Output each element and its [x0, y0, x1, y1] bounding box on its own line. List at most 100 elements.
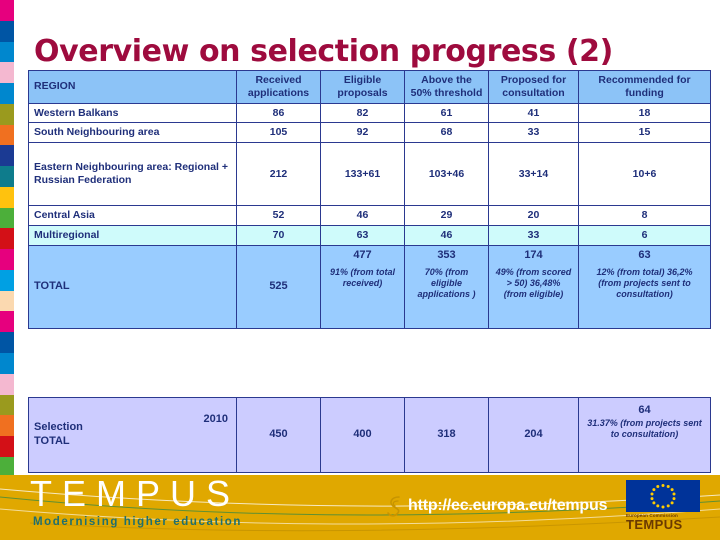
column-header-received: Received applications [236, 70, 321, 104]
cell-selection-above: 318 [404, 397, 489, 473]
table-row: Central Asia 52 46 29 20 8 [28, 205, 711, 226]
slide-canvas: Overview on selection progress (2) REGIO… [0, 0, 720, 540]
color-strip-block [0, 0, 14, 21]
color-strip-block [0, 394, 14, 416]
selection-recommended-value: 64 [638, 404, 651, 416]
cell-recommended: 6 [578, 224, 711, 246]
color-strip-block [0, 41, 14, 63]
cell-above-threshold: 46 [404, 224, 489, 246]
cell-eligible: 133+61 [320, 142, 405, 207]
cell-received: 212 [236, 142, 321, 207]
cell-proposed: 33 [488, 224, 579, 246]
cell-selection-recommended: 64 31.37% (from projects sent to consult… [578, 397, 711, 473]
cell-eligible: 82 [320, 102, 405, 124]
cell-region: Western Balkans [28, 102, 237, 124]
selection-label-text: Selection TOTAL [34, 421, 83, 447]
left-color-strip [0, 0, 14, 540]
color-strip-block [0, 332, 14, 354]
pct-proposed: 49% (from scored > 50) 36,48% (from elig… [495, 267, 572, 299]
cell-proposed: 33+14 [488, 142, 579, 207]
color-strip-block [0, 373, 14, 395]
cell-eligible: 63 [320, 224, 405, 246]
color-strip-block [0, 166, 14, 187]
column-header-recommended: Recommended for funding [578, 70, 711, 104]
color-strip-block [0, 145, 14, 167]
color-strip-block [0, 436, 14, 457]
color-strip-block [0, 228, 14, 250]
column-header-above-threshold: Above the 50% threshold [404, 70, 489, 104]
cell-region: Multiregional [28, 224, 237, 246]
cell-total-received: 525 [236, 244, 321, 330]
cell-recommended: 15 [578, 122, 711, 144]
column-header-region: REGION [28, 70, 237, 104]
color-strip-block [0, 83, 14, 104]
cell-received: 52 [236, 205, 321, 226]
cell-selection-received: 450 [236, 397, 321, 473]
cell-selection-label: Selection TOTAL 2010 [28, 397, 237, 473]
cell-selection-eligible: 400 [320, 397, 405, 473]
cell-received: 86 [236, 102, 321, 124]
cell-proposed: 33 [488, 122, 579, 144]
cell-total-eligible-value: 477 [320, 244, 405, 263]
pct-above: 70% (from eligible applications ) [417, 267, 476, 299]
selection-year: 2010 [203, 413, 228, 425]
cell-total-recommended-value: 63 [578, 244, 711, 263]
color-strip-block [0, 103, 14, 125]
cell-received: 70 [236, 224, 321, 246]
cell-received: 105 [236, 122, 321, 144]
cell-recommended: 8 [578, 205, 711, 226]
table-row: South Neighbouring area 105 92 68 33 15 [28, 122, 711, 144]
color-strip-block [0, 186, 14, 208]
color-strip-block [0, 124, 14, 146]
eu-tempus-caption: TEMPUS [626, 517, 683, 532]
cell-total-proposed-value: 174 [488, 244, 579, 263]
color-strip-block [0, 290, 14, 312]
table-row: Eastern Neighbouring area: Regional + Ru… [28, 142, 711, 207]
swirl-icon [387, 496, 400, 517]
selection-total-table: Selection TOTAL 2010 450 400 318 204 64 … [28, 397, 711, 473]
tempus-tagline: Modernising higher education [33, 516, 243, 528]
cell-above-threshold: 61 [404, 102, 489, 124]
column-header-proposed: Proposed for consultation [488, 70, 579, 104]
color-strip-block [0, 415, 14, 437]
eu-commission-logo: European Commission TEMPUS [626, 480, 712, 536]
selection-progress-table: REGION Received applications Eligible pr… [28, 70, 711, 330]
cell-total-recommended-pct: 12% (from total) 36,2% (from projects se… [578, 262, 711, 330]
selection-total-row: Selection TOTAL 2010 450 400 318 204 64 … [28, 397, 711, 473]
color-strip-block [0, 20, 14, 42]
cell-proposed: 20 [488, 205, 579, 226]
cell-above-threshold: 68 [404, 122, 489, 144]
cell-total-label: TOTAL [28, 244, 237, 330]
table-total-row: TOTAL 525 477 353 174 63 [28, 244, 711, 330]
cell-selection-proposed: 204 [488, 397, 579, 473]
color-strip-block [0, 311, 14, 333]
color-strip-block [0, 269, 14, 291]
cell-total-eligible-pct: 91% (from total received) [320, 262, 405, 330]
cell-region: Central Asia [28, 205, 237, 226]
selection-recommended-pct: 31.37% (from projects sent to consultati… [587, 417, 702, 439]
color-strip-block [0, 353, 14, 374]
table-row: Multiregional 70 63 46 33 6 [28, 224, 711, 246]
footer-band: TEMPUS Modernising higher education http… [0, 475, 720, 540]
table-row: Western Balkans 86 82 61 41 18 [28, 102, 711, 124]
cell-eligible: 92 [320, 122, 405, 144]
color-strip-block [0, 62, 14, 84]
column-header-eligible: Eligible proposals [320, 70, 405, 104]
cell-total-proposed-pct: 49% (from scored > 50) 36,48% (from elig… [488, 262, 579, 330]
cell-total-above-value: 353 [404, 244, 489, 263]
cell-region: South Neighbouring area [28, 122, 237, 144]
cell-recommended: 18 [578, 102, 711, 124]
cell-above-threshold: 29 [404, 205, 489, 226]
eu-stars-icon [626, 480, 700, 512]
eu-flag-icon [626, 480, 700, 512]
page-title: Overview on selection progress (2) [34, 34, 613, 69]
pct-recommended: 12% (from total) 36,2% (from projects se… [596, 267, 693, 299]
cell-above-threshold: 103+46 [404, 142, 489, 207]
cell-region: Eastern Neighbouring area: Regional + Ru… [28, 142, 237, 207]
tempus-wordmark: TEMPUS [30, 475, 241, 514]
color-strip-block [0, 249, 14, 270]
cell-recommended: 10+6 [578, 142, 711, 207]
table-header-row: REGION Received applications Eligible pr… [28, 70, 711, 104]
cell-eligible: 46 [320, 205, 405, 226]
footer-url[interactable]: http://ec.europa.eu/tempus [408, 497, 607, 515]
